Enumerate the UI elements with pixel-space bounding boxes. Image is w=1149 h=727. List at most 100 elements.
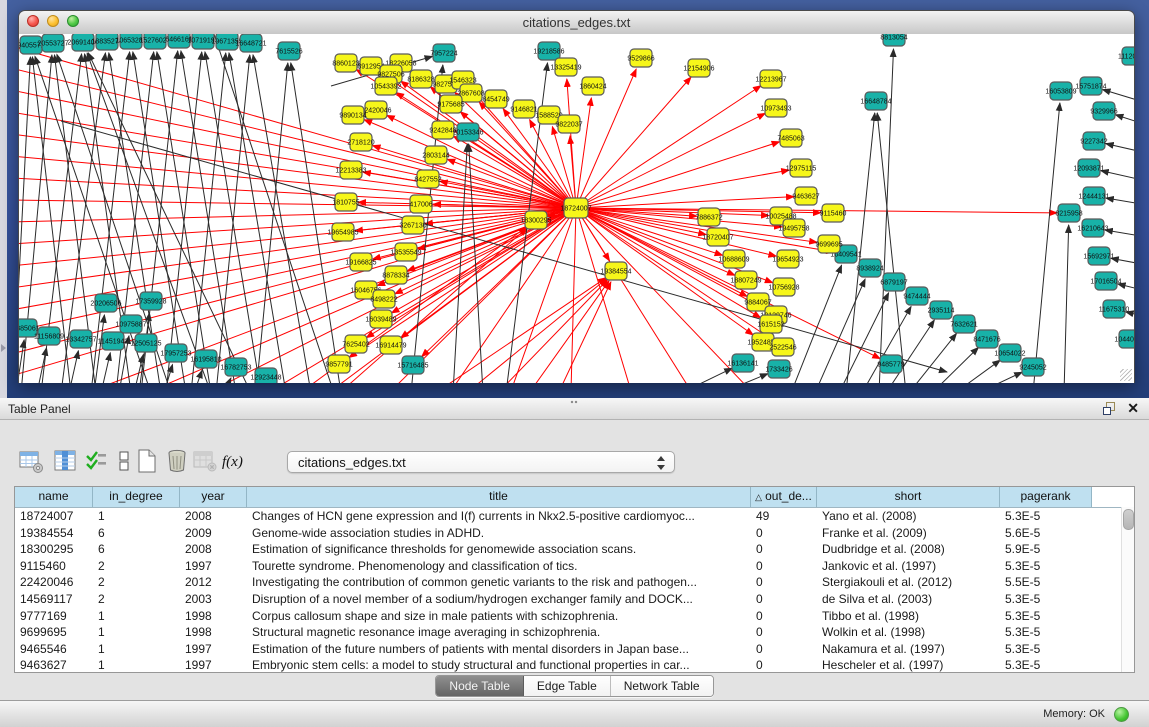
node-label: 9529866 [627, 56, 654, 63]
node-label: 19495758 [778, 226, 809, 233]
node-label: 12975115 [786, 166, 817, 173]
cell: Genome-wide association studies in ADHD. [247, 525, 751, 542]
cell: 5.3E-5 [1000, 558, 1092, 575]
cell: de Silva et al. (2003) [817, 591, 1000, 608]
table-mode-icon[interactable] [18, 448, 46, 476]
cell: 2 [93, 591, 180, 608]
delete-column-icon[interactable] [164, 448, 192, 476]
cell: Hescheler et al. (1997) [817, 657, 1000, 673]
node-label: 417006 [409, 202, 432, 209]
status-bar: Memory: OK [0, 700, 1149, 727]
node-label: 10688609 [718, 257, 749, 264]
network-graph[interactable]: 9405572205537272069140618835274106532871… [19, 34, 1134, 383]
show-columns-icon[interactable] [52, 448, 80, 476]
column-header-pagerank[interactable]: pagerank [1000, 487, 1092, 507]
cell: Tourette syndrome. Phenomenology and cla… [247, 558, 751, 575]
cell: 14569117 [15, 591, 93, 608]
node-label: 1810755 [332, 200, 359, 207]
node-label: 10756928 [768, 285, 799, 292]
function-builder-icon[interactable]: f(x) [222, 448, 256, 476]
node-label: 7615526 [275, 49, 302, 56]
table-selector-dropdown[interactable]: citations_edges.txt [287, 451, 675, 473]
node-label: 18300295 [520, 218, 551, 225]
table-tabs-row: Node TableEdge TableNetwork Table [0, 675, 1149, 697]
table-row[interactable]: 911546021997Tourette syndrome. Phenomeno… [15, 558, 1134, 575]
close-panel-icon[interactable]: ✕ [1127, 401, 1139, 415]
node-label: 18724007 [560, 206, 591, 213]
node-label: 7632621 [950, 322, 977, 329]
node-label: 16053809 [1045, 89, 1076, 96]
table-vertical-scrollbar[interactable] [1121, 507, 1134, 672]
node-label: 1615152 [757, 322, 784, 329]
fx-label: f(x) [222, 454, 243, 470]
scrollbar-thumb[interactable] [1123, 509, 1134, 530]
column-header-title[interactable]: title [247, 487, 751, 507]
column-header-out-de-[interactable]: △out_de... [751, 487, 817, 507]
cell: 5.3E-5 [1000, 591, 1092, 608]
node-label: 12213383 [335, 168, 366, 175]
cell: 9115460 [15, 558, 93, 575]
table-row[interactable]: 1830029562008Estimation of significance … [15, 541, 1134, 558]
node-label: 9485779 [877, 362, 904, 369]
node-label: 19166825 [345, 260, 376, 267]
column-header-in-degree[interactable]: in_degree [93, 487, 180, 507]
network-view-area: citations_edges.txt 94055722055372720691… [0, 0, 1149, 398]
cell: 9463627 [15, 657, 93, 673]
cell: 5.3E-5 [1000, 624, 1092, 641]
column-header-filler [1092, 487, 1134, 507]
node-label: 16210643 [1077, 226, 1108, 233]
table-row[interactable]: 946554611997Estimation of the future num… [15, 641, 1134, 658]
tab-node-table[interactable]: Node Table [436, 676, 524, 696]
cell: 1 [93, 624, 180, 641]
table-tab-group: Node TableEdge TableNetwork Table [435, 675, 713, 697]
node-label: 8454749 [482, 97, 509, 104]
cell: 0 [751, 525, 817, 542]
memory-ok-indicator-icon[interactable] [1114, 707, 1129, 722]
node-label: 9146821 [510, 107, 537, 114]
cell: 18300295 [15, 541, 93, 558]
table-row[interactable]: 1456911722003Disruption of a novel membe… [15, 591, 1134, 608]
table-row[interactable]: 2242004622012Investigating the contribut… [15, 574, 1134, 591]
table-row[interactable]: 1872400712008Changes of HCN gene express… [15, 508, 1134, 525]
node-label: 7957224 [430, 51, 457, 58]
tab-network-table[interactable]: Network Table [611, 676, 713, 696]
cell: Stergiakouli et al. (2012) [817, 574, 1000, 591]
cell: 0 [751, 641, 817, 658]
node-label: 13325419 [550, 65, 581, 72]
node-label: 19654985 [327, 230, 358, 237]
node-label: 2718120 [347, 140, 374, 147]
node-label: 8878334 [382, 273, 409, 280]
cell: 0 [751, 657, 817, 673]
node-label: 18807249 [730, 278, 761, 285]
table-row[interactable]: 977716911998Corpus callosum shape and si… [15, 608, 1134, 625]
node-label: 10975887 [115, 322, 146, 329]
cell: 1 [93, 608, 180, 625]
delete-table-icon[interactable] [192, 448, 220, 476]
cell: 1998 [180, 608, 247, 625]
node-label: 11451942 [98, 339, 129, 346]
node-label: 20153346 [452, 130, 483, 137]
table-row[interactable]: 969969511998Structural magnetic resonanc… [15, 624, 1134, 641]
table-row[interactable]: 946362711997Embryonic stem cells: a mode… [15, 657, 1134, 673]
new-column-icon[interactable] [134, 448, 162, 476]
splitter-grip[interactable] [570, 400, 578, 404]
collapsed-panel-arrow-icon[interactable] [1, 344, 6, 352]
network-window-titlebar[interactable]: citations_edges.txt [19, 11, 1134, 35]
node-label: 17359928 [135, 299, 166, 306]
node-label: 10654022 [994, 351, 1025, 358]
table-row[interactable]: 1938455462009Genome-wide association stu… [15, 525, 1134, 542]
select-all-icon[interactable] [84, 448, 112, 476]
node-label: 2935114 [928, 308, 955, 315]
cell: 1 [93, 641, 180, 658]
panel-title: Table Panel [8, 402, 71, 416]
tab-edge-table[interactable]: Edge Table [524, 676, 611, 696]
float-panel-icon[interactable] [1103, 402, 1117, 415]
column-header-short[interactable]: short [817, 487, 1000, 507]
network-canvas[interactable]: 9405572205537272069140618835274106532871… [19, 34, 1134, 383]
column-header-year[interactable]: year [180, 487, 247, 507]
cell: Corpus callosum shape and size in male p… [247, 608, 751, 625]
resize-grip-icon[interactable] [1120, 369, 1132, 381]
node-label: 9890134 [339, 113, 366, 120]
dropdown-arrows-icon [656, 456, 665, 470]
column-header-name[interactable]: name [15, 487, 93, 507]
